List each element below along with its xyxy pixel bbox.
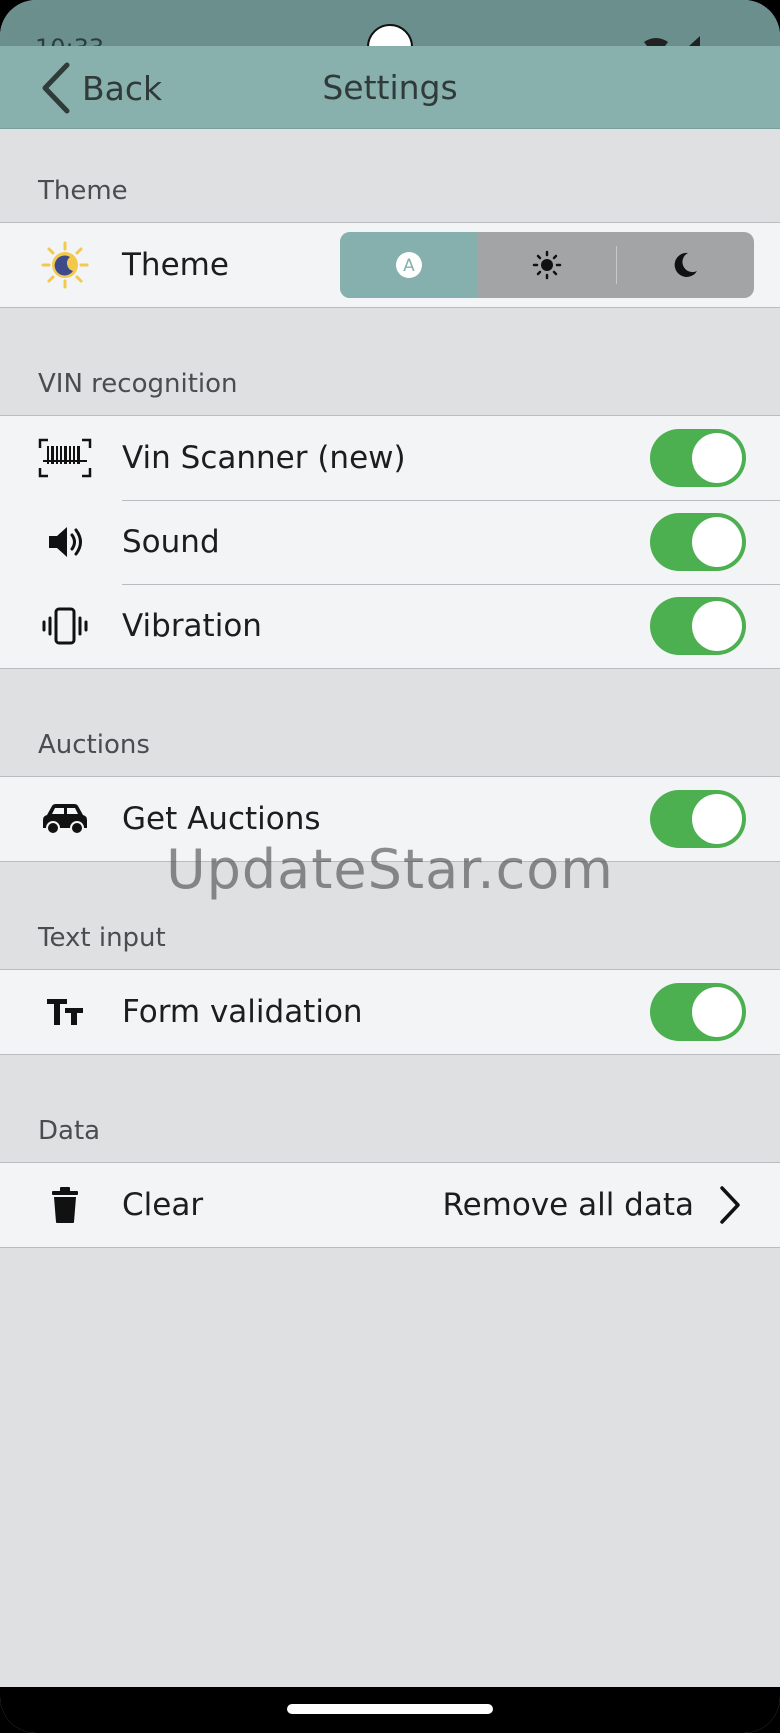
speaker-icon [38,515,92,569]
theme-icon [38,238,92,292]
theme-selector: A [340,232,754,298]
sound-row: Sound [0,500,780,584]
theme-group: Theme A [0,222,780,308]
theme-row: Theme A [0,223,780,307]
vibration-row: Vibration [0,584,780,668]
section-title-theme: Theme [38,176,128,206]
clear-row[interactable]: Clear Remove all data [0,1163,780,1247]
vibration-label: Vibration [122,608,262,644]
vin-scanner-toggle[interactable] [650,429,746,487]
phone-screen: 10:33 Back Settings Theme [0,0,780,1733]
theme-option-auto[interactable]: A [340,232,478,298]
vin-group: Vin Scanner (new) Sound Vibration [0,415,780,669]
trash-icon [38,1178,92,1232]
home-indicator[interactable] [287,1704,493,1714]
theme-label: Theme [122,247,229,283]
section-title-data: Data [38,1116,101,1146]
get-auctions-label: Get Auctions [122,801,321,837]
auto-theme-icon: A [396,252,422,278]
form-validation-toggle[interactable] [650,983,746,1041]
page-title: Settings [322,68,458,107]
vibration-toggle[interactable] [650,597,746,655]
sun-icon [532,250,562,280]
section-title-text-input: Text input [38,923,166,953]
app-header: Back Settings [0,46,780,129]
vin-scanner-label: Vin Scanner (new) [122,440,406,476]
moon-icon [674,252,697,277]
auto-theme-letter: A [403,256,415,276]
vin-scanner-row: Vin Scanner (new) [0,416,780,500]
barcode-scanner-icon [38,431,92,485]
watermark: UpdateStar.com [166,838,614,901]
form-validation-label: Form validation [122,994,363,1030]
text-size-icon [38,985,92,1039]
sound-label: Sound [122,524,220,560]
chevron-right-icon [720,1186,740,1224]
theme-option-dark[interactable] [616,232,754,298]
form-validation-row: Form validation [0,970,780,1054]
vibration-icon [38,599,92,653]
sound-toggle[interactable] [650,513,746,571]
clear-label: Clear [122,1187,204,1223]
data-group: Clear Remove all data [0,1162,780,1248]
section-title-auctions: Auctions [38,730,150,760]
clear-value: Remove all data [442,1187,694,1223]
theme-option-light[interactable] [478,232,616,298]
text-input-group: Form validation [0,969,780,1055]
section-title-vin: VIN recognition [38,369,238,399]
navigation-bar [0,1687,780,1733]
